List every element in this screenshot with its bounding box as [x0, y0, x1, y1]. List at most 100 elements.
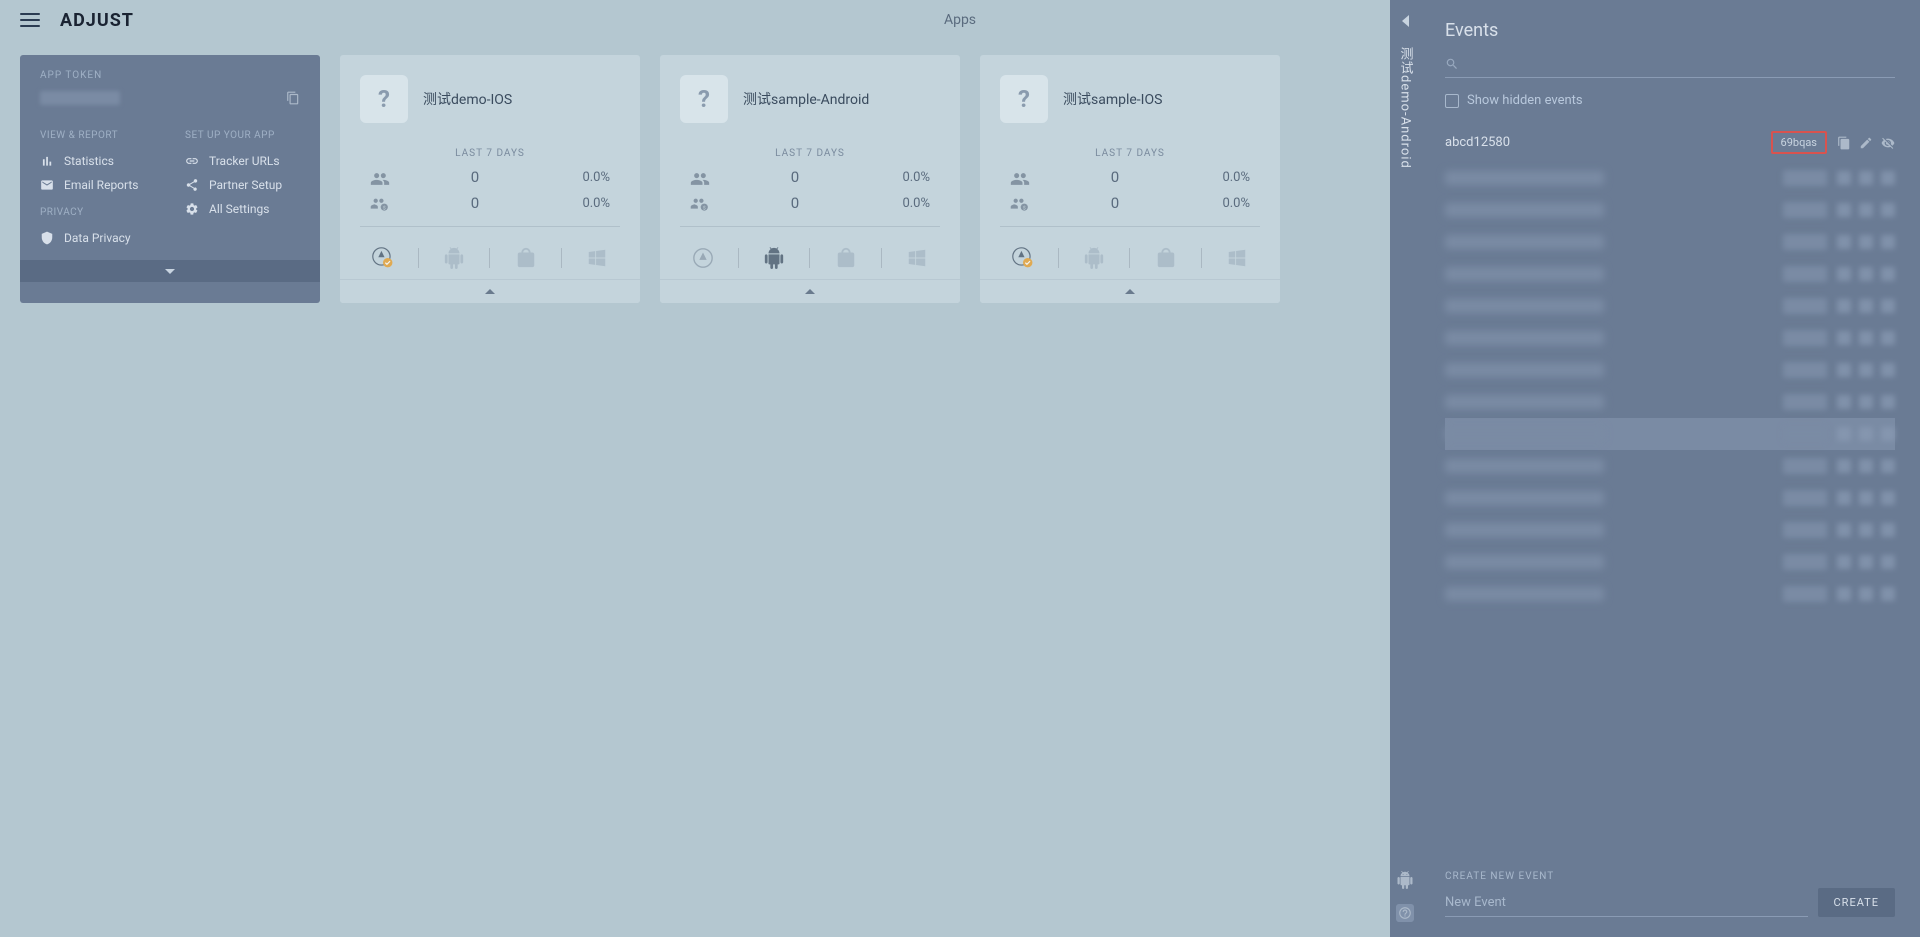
- event-row[interactable]: [1445, 194, 1895, 226]
- hide-icon[interactable]: [1881, 235, 1895, 249]
- copy-icon[interactable]: [1837, 555, 1851, 569]
- copy-icon[interactable]: [1837, 459, 1851, 473]
- app-box[interactable]: ? 测试demo-IOS LAST 7 DAYS 00.0%$00.0%: [340, 55, 640, 303]
- hide-icon[interactable]: [1881, 491, 1895, 505]
- edit-icon[interactable]: [1859, 203, 1873, 217]
- checkbox-icon: [1445, 94, 1459, 108]
- create-event-input[interactable]: [1445, 889, 1808, 917]
- event-row[interactable]: [1445, 162, 1895, 194]
- event-row[interactable]: [1445, 226, 1895, 258]
- event-row[interactable]: [1445, 290, 1895, 322]
- hamburger-menu-icon[interactable]: [20, 13, 40, 27]
- android-icon[interactable]: [1396, 871, 1414, 889]
- hide-icon[interactable]: [1881, 395, 1895, 409]
- event-row[interactable]: [1445, 482, 1895, 514]
- create-event-button[interactable]: CREATE: [1818, 888, 1896, 917]
- events-panel: Events Show hidden events abcd1258069bqa…: [1420, 0, 1920, 937]
- edit-icon[interactable]: [1859, 136, 1873, 150]
- event-row[interactable]: [1445, 354, 1895, 386]
- event-token-redacted: [1783, 202, 1827, 218]
- copy-icon[interactable]: [1837, 331, 1851, 345]
- edit-icon[interactable]: [1859, 235, 1873, 249]
- side-tab-label[interactable]: 测试demo-Android: [1396, 47, 1415, 169]
- event-row[interactable]: [1445, 322, 1895, 354]
- hide-icon[interactable]: [1881, 136, 1895, 150]
- copy-icon[interactable]: [1837, 395, 1851, 409]
- copy-icon[interactable]: [1837, 171, 1851, 185]
- event-name-redacted: [1445, 427, 1604, 441]
- hide-icon[interactable]: [1881, 267, 1895, 281]
- hide-icon[interactable]: [1881, 459, 1895, 473]
- help-icon[interactable]: [1396, 904, 1414, 922]
- event-row[interactable]: [1445, 514, 1895, 546]
- share-icon: [185, 178, 199, 192]
- copy-icon[interactable]: [1837, 203, 1851, 217]
- hide-icon[interactable]: [1881, 299, 1895, 313]
- show-hidden-checkbox[interactable]: Show hidden events: [1445, 93, 1895, 108]
- copy-icon[interactable]: [1837, 267, 1851, 281]
- hide-icon[interactable]: [1881, 363, 1895, 377]
- hide-icon[interactable]: [1881, 203, 1895, 217]
- events-search[interactable]: [1445, 56, 1895, 78]
- copy-icon[interactable]: [1837, 523, 1851, 537]
- stat-value: 0: [1050, 194, 1180, 212]
- copy-icon[interactable]: [1837, 363, 1851, 377]
- copy-icon[interactable]: [1837, 299, 1851, 313]
- copy-icon[interactable]: [1837, 136, 1851, 150]
- hide-icon[interactable]: [1881, 587, 1895, 601]
- event-name-redacted: [1445, 299, 1604, 313]
- edit-icon[interactable]: [1859, 427, 1873, 441]
- copy-icon[interactable]: [1837, 587, 1851, 601]
- collapse-button[interactable]: [20, 260, 320, 282]
- menu-label: Data Privacy: [64, 231, 131, 245]
- event-row[interactable]: abcd1258069bqas: [1445, 123, 1895, 162]
- event-token-redacted: [1783, 490, 1827, 506]
- hide-icon[interactable]: [1881, 523, 1895, 537]
- expand-button[interactable]: [980, 279, 1280, 303]
- stat-row: 00.0%: [340, 164, 640, 190]
- dollar-icon: $: [690, 195, 710, 211]
- menu-label: Tracker URLs: [209, 154, 280, 168]
- app-box[interactable]: ? 测试sample-IOS LAST 7 DAYS 00.0%$00.0%: [980, 55, 1280, 303]
- menu-statistics[interactable]: Statistics: [40, 149, 155, 173]
- hide-icon[interactable]: [1881, 555, 1895, 569]
- copy-icon[interactable]: [1837, 427, 1851, 441]
- menu-data-privacy[interactable]: Data Privacy: [40, 226, 155, 250]
- menu-partner-setup[interactable]: Partner Setup: [185, 173, 300, 197]
- copy-icon[interactable]: [1837, 235, 1851, 249]
- expand-button[interactable]: [340, 279, 640, 303]
- expand-button[interactable]: [660, 279, 960, 303]
- event-row[interactable]: [1445, 450, 1895, 482]
- create-event-label: CREATE NEW EVENT: [1445, 871, 1895, 882]
- copy-icon[interactable]: [1837, 491, 1851, 505]
- menu-tracker-urls[interactable]: Tracker URLs: [185, 149, 300, 173]
- event-row[interactable]: [1445, 386, 1895, 418]
- edit-icon[interactable]: [1859, 395, 1873, 409]
- edit-icon[interactable]: [1859, 587, 1873, 601]
- event-row[interactable]: [1445, 578, 1895, 610]
- hide-icon[interactable]: [1881, 171, 1895, 185]
- edit-icon[interactable]: [1859, 267, 1873, 281]
- menu-email-reports[interactable]: Email Reports: [40, 173, 155, 197]
- edit-icon[interactable]: [1859, 363, 1873, 377]
- edit-icon[interactable]: [1859, 331, 1873, 345]
- windows-icon: [906, 247, 928, 269]
- event-row[interactable]: [1445, 418, 1895, 450]
- edit-icon[interactable]: [1859, 299, 1873, 313]
- collapse-panel-icon[interactable]: [1402, 15, 1409, 27]
- edit-icon[interactable]: [1859, 459, 1873, 473]
- copy-icon[interactable]: [286, 91, 300, 105]
- hide-icon[interactable]: [1881, 427, 1895, 441]
- edit-icon[interactable]: [1859, 555, 1873, 569]
- events-title: Events: [1445, 20, 1895, 41]
- events-search-input[interactable]: [1469, 56, 1895, 71]
- edit-icon[interactable]: [1859, 491, 1873, 505]
- app-name: 测试sample-IOS: [1063, 89, 1162, 109]
- event-row[interactable]: [1445, 258, 1895, 290]
- menu-all-settings[interactable]: All Settings: [185, 197, 300, 221]
- hide-icon[interactable]: [1881, 331, 1895, 345]
- event-row[interactable]: [1445, 546, 1895, 578]
- edit-icon[interactable]: [1859, 171, 1873, 185]
- app-box[interactable]: ? 测试sample-Android LAST 7 DAYS 00.0%$00.…: [660, 55, 960, 303]
- edit-icon[interactable]: [1859, 523, 1873, 537]
